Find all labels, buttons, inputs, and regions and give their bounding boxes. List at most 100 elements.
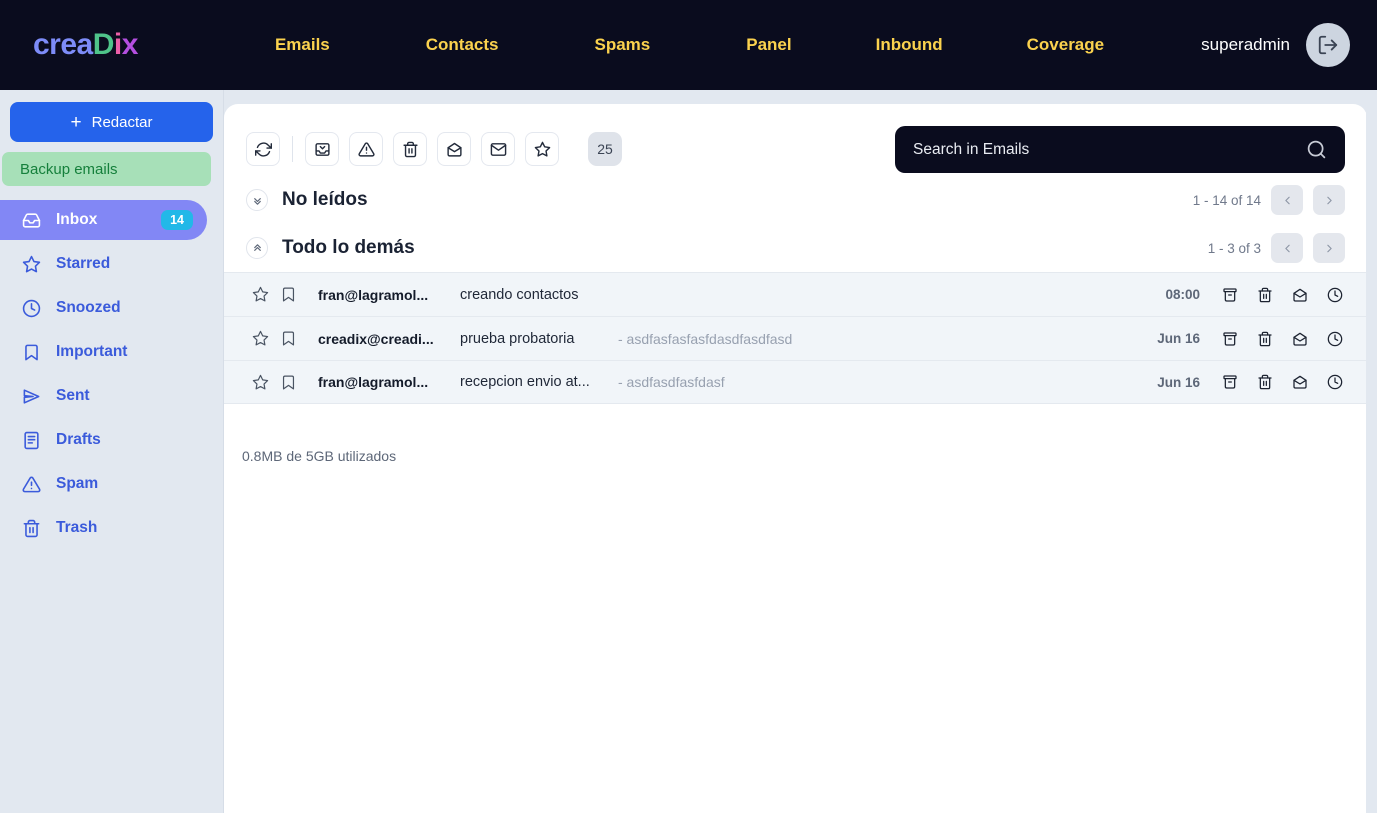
sidebar-item-starred[interactable]: Starred	[0, 244, 207, 284]
row-mark-read-button[interactable]	[1292, 287, 1308, 303]
sidebar-item-snoozed[interactable]: Snoozed	[0, 288, 207, 328]
row-star-icon[interactable]	[246, 330, 274, 347]
envelope-open-icon	[446, 142, 462, 157]
warning-icon	[22, 475, 42, 494]
row-date: Jun 16	[1157, 331, 1200, 346]
pager-next-everything-else[interactable]	[1313, 233, 1345, 263]
nav-panel[interactable]: Panel	[736, 29, 801, 61]
section-everything-else: Todo lo demás 1 - 3 of 3	[224, 224, 1367, 272]
table-row[interactable]: fran@lagramol... creando contactos 08:00	[224, 272, 1367, 316]
search-input[interactable]	[913, 140, 1306, 159]
nav-contacts[interactable]: Contacts	[416, 29, 509, 61]
bookmark-icon	[22, 343, 42, 362]
row-snooze-button[interactable]	[1327, 331, 1343, 347]
row-subject: creando contactos	[460, 286, 579, 303]
row-bookmark-icon[interactable]	[274, 374, 302, 391]
sidebar-item-label: Trash	[56, 519, 98, 536]
sidebar-item-label: Sent	[56, 387, 90, 404]
row-delete-button[interactable]	[1257, 374, 1273, 390]
page-body: + Redactar Backup emails Inbox 14 Starre…	[0, 90, 1377, 813]
chevron-double-down-icon	[253, 197, 261, 205]
nav-inbound[interactable]: Inbound	[866, 29, 953, 61]
delete-button[interactable]	[393, 132, 427, 166]
section-title-unread: No leídos	[282, 189, 368, 210]
table-row[interactable]: fran@lagramol... recepcion envio at... -…	[224, 360, 1367, 404]
section-title-everything-else: Todo lo demás	[282, 237, 415, 258]
chevron-right-icon	[1326, 244, 1332, 252]
row-star-icon[interactable]	[246, 374, 274, 391]
right-edge-strip	[1366, 90, 1377, 813]
pager-everything-else: 1 - 3 of 3	[1208, 233, 1345, 263]
row-archive-button[interactable]	[1222, 331, 1238, 347]
storage-usage-label: 0.8MB de 5GB utilizados	[242, 448, 397, 464]
row-archive-button[interactable]	[1222, 374, 1238, 390]
report-spam-button[interactable]	[349, 132, 383, 166]
sidebar-item-inbox[interactable]: Inbox 14	[0, 200, 207, 240]
pager-prev-unread[interactable]	[1271, 185, 1303, 215]
refresh-button[interactable]	[246, 132, 280, 166]
logo-part-4: x	[121, 28, 139, 61]
chevron-left-icon	[1284, 244, 1290, 252]
table-row[interactable]: creadix@creadi... prueba probatoria - as…	[224, 316, 1367, 360]
nav-emails[interactable]: Emails	[265, 29, 340, 61]
compose-button[interactable]: + Redactar	[10, 102, 213, 142]
archive-icon	[1223, 375, 1237, 389]
backup-label: Backup emails	[20, 160, 118, 178]
chevron-double-up-icon	[253, 243, 261, 251]
section-toggle-everything-else[interactable]	[246, 237, 268, 259]
backup-emails-button[interactable]: Backup emails	[2, 152, 211, 186]
row-archive-button[interactable]	[1222, 287, 1238, 303]
sidebar-item-label: Inbox	[56, 211, 98, 228]
compose-label: Redactar	[91, 113, 153, 131]
row-delete-button[interactable]	[1257, 331, 1273, 347]
logo-part-1: crea	[33, 28, 93, 61]
logout-button[interactable]	[1306, 23, 1350, 67]
email-panel: 25 No leídos 1 - 14 of 14	[224, 104, 1367, 813]
pager-text-everything-else: 1 - 3 of 3	[1207, 240, 1261, 256]
clock-icon	[1327, 331, 1343, 346]
email-toolbar: 25	[224, 122, 1367, 176]
archive-button[interactable]	[305, 132, 339, 166]
star-button[interactable]	[525, 132, 559, 166]
clock-icon	[1327, 374, 1343, 390]
nav-spams[interactable]: Spams	[584, 29, 660, 61]
row-sender: creadix@creadi...	[318, 330, 434, 347]
sidebar-item-label: Important	[56, 343, 128, 360]
row-star-icon[interactable]	[246, 286, 274, 303]
sidebar-item-sent[interactable]: Sent	[0, 376, 207, 416]
row-snooze-button[interactable]	[1327, 374, 1343, 390]
row-mark-read-button[interactable]	[1292, 374, 1308, 390]
toolbar-divider	[292, 136, 293, 162]
row-bookmark-icon[interactable]	[274, 286, 302, 303]
user-area: superadmin	[1201, 0, 1350, 90]
sidebar-item-important[interactable]: Important	[0, 332, 207, 372]
trash-icon	[402, 141, 418, 157]
sidebar-item-label: Spam	[56, 475, 99, 492]
row-mark-read-button[interactable]	[1292, 331, 1308, 347]
pager-unread: 1 - 14 of 14	[1193, 185, 1345, 215]
sidebar-item-trash[interactable]: Trash	[0, 508, 207, 548]
sidebar-item-spam[interactable]: Spam	[0, 464, 207, 504]
sidebar-item-drafts[interactable]: Drafts	[0, 420, 207, 460]
envelope-closed-icon	[490, 142, 506, 156]
main-area: 25 No leídos 1 - 14 of 14	[224, 90, 1377, 813]
row-sender: fran@lagramol...	[318, 286, 429, 303]
nav-coverage[interactable]: Coverage	[1017, 29, 1114, 61]
sidebar-item-label: Drafts	[56, 431, 101, 448]
section-toggle-unread[interactable]	[246, 189, 268, 211]
warning-icon	[357, 141, 375, 157]
row-bookmark-icon[interactable]	[274, 330, 302, 347]
row-delete-button[interactable]	[1257, 287, 1273, 303]
mark-read-button[interactable]	[437, 132, 471, 166]
mark-unread-button[interactable]	[481, 132, 515, 166]
username-label: superadmin	[1201, 35, 1290, 54]
pager-next-unread[interactable]	[1313, 185, 1345, 215]
star-icon	[534, 141, 550, 157]
trash-icon	[22, 519, 42, 538]
app-logo[interactable]: creaDix	[33, 28, 138, 62]
pager-prev-everything-else[interactable]	[1271, 233, 1303, 263]
search-box[interactable]	[895, 126, 1345, 173]
row-actions	[1222, 331, 1343, 347]
row-snooze-button[interactable]	[1327, 287, 1343, 303]
search-icon[interactable]	[1306, 139, 1327, 160]
